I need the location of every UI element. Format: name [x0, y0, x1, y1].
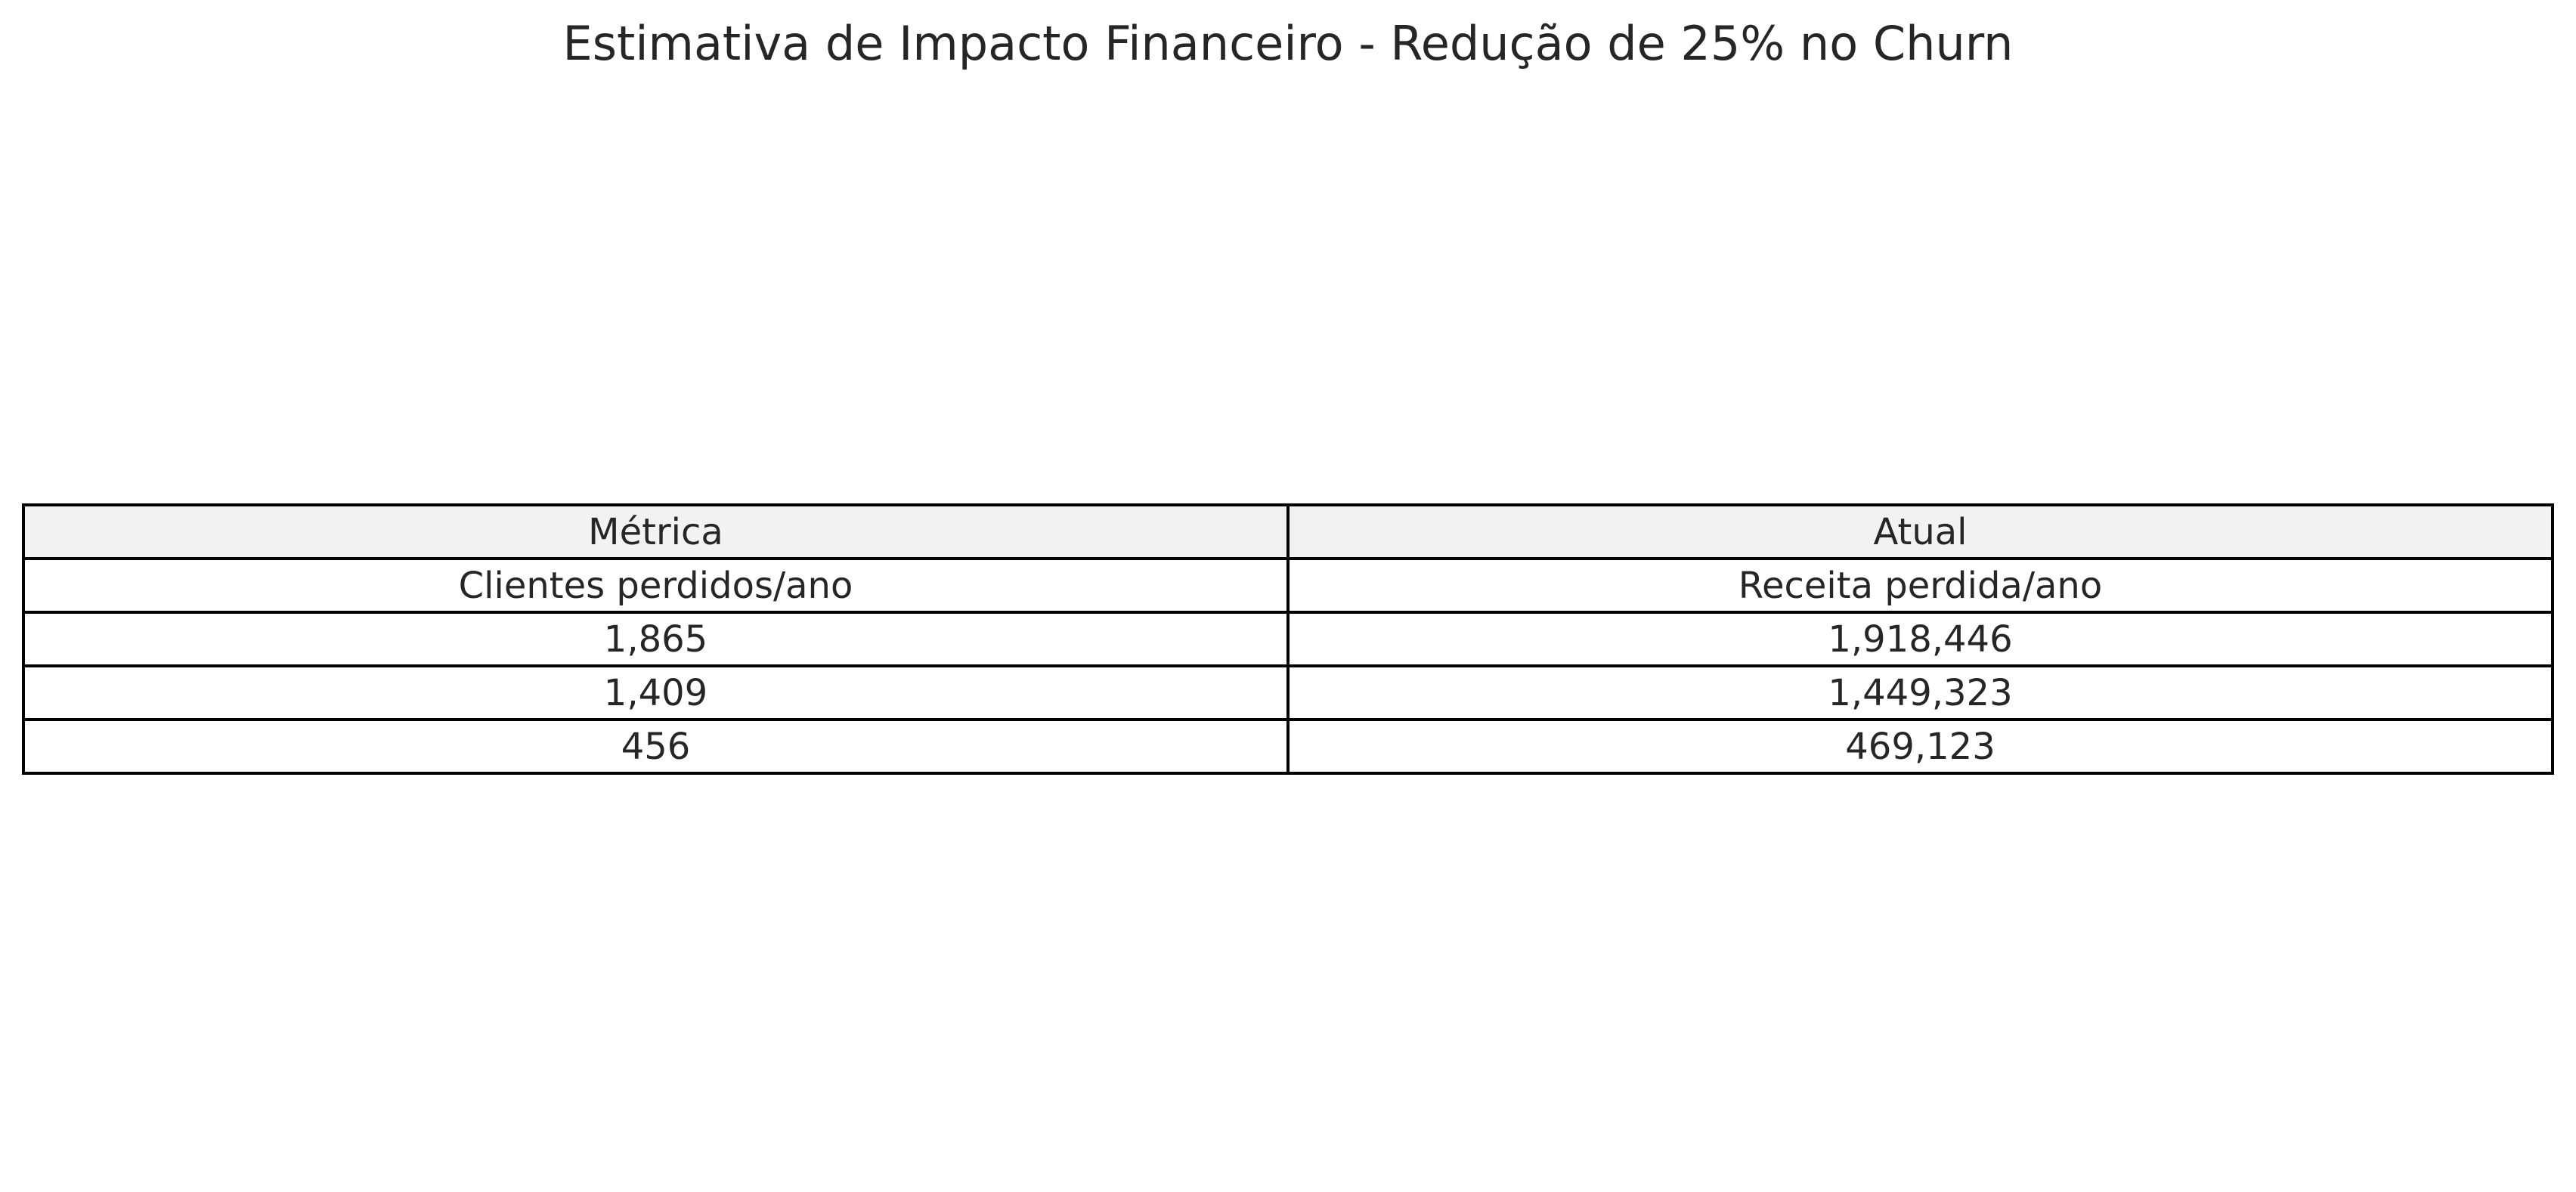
table-header-row: Métrica Atual	[22, 503, 2554, 560]
table-cell: Receita perdida/ano	[1286, 557, 2554, 614]
column-header-metrica: Métrica	[22, 503, 1290, 560]
table-cell: 456	[22, 718, 1290, 775]
table-cell: 469,123	[1286, 718, 2554, 775]
impact-table-container: Métrica Atual Clientes perdidos/ano Rece…	[22, 503, 2554, 775]
table-cell: 1,865	[22, 611, 1290, 667]
chart-title: Estimativa de Impacto Financeiro - Reduç…	[562, 16, 2014, 71]
table-row: 456 469,123	[22, 718, 2554, 775]
table-cell: 1,409	[22, 664, 1290, 721]
column-header-atual: Atual	[1286, 503, 2554, 560]
table-cell: Clientes perdidos/ano	[22, 557, 1290, 614]
table-row: Clientes perdidos/ano Receita perdida/an…	[22, 557, 2554, 614]
impact-table: Métrica Atual Clientes perdidos/ano Rece…	[22, 503, 2554, 775]
table-row: 1,409 1,449,323	[22, 664, 2554, 721]
table-row: 1,865 1,918,446	[22, 611, 2554, 667]
table-cell: 1,918,446	[1286, 611, 2554, 667]
table-cell: 1,449,323	[1286, 664, 2554, 721]
